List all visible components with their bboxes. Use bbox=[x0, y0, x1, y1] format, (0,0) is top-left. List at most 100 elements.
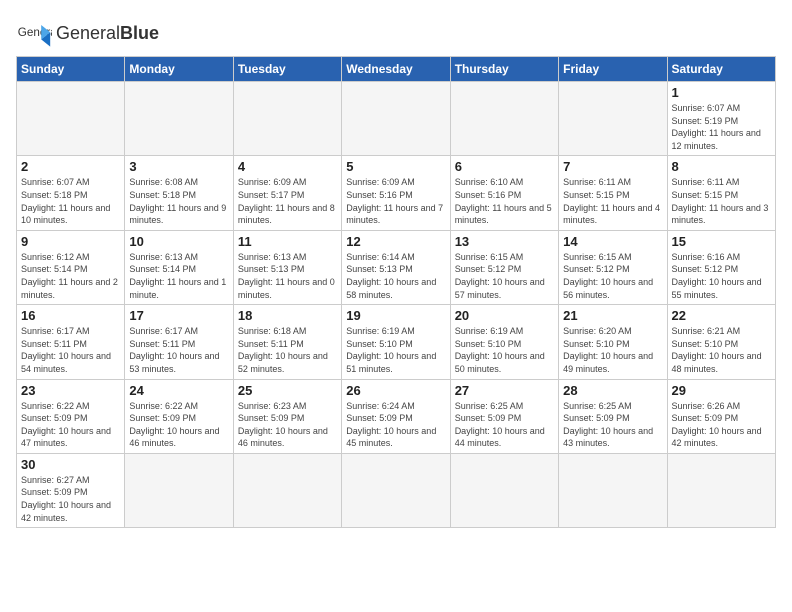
day-number: 25 bbox=[238, 383, 337, 398]
day-number: 27 bbox=[455, 383, 554, 398]
day-number: 15 bbox=[672, 234, 771, 249]
header-cell-monday: Monday bbox=[125, 57, 233, 82]
day-number: 5 bbox=[346, 159, 445, 174]
day-info: Sunrise: 6:26 AM Sunset: 5:09 PM Dayligh… bbox=[672, 400, 771, 450]
header-cell-friday: Friday bbox=[559, 57, 667, 82]
calendar-body: 1 Sunrise: 6:07 AM Sunset: 5:19 PM Daylig… bbox=[17, 82, 776, 528]
calendar-cell: 26Sunrise: 6:24 AM Sunset: 5:09 PM Dayli… bbox=[342, 379, 450, 453]
calendar-row-3: 16 Sunrise: 6:17 AM Sunset: 5:11 PM Dayli… bbox=[17, 305, 776, 379]
calendar-row-0: 1 Sunrise: 6:07 AM Sunset: 5:19 PM Daylig… bbox=[17, 82, 776, 156]
calendar-cell: 4Sunrise: 6:09 AM Sunset: 5:17 PM Daylig… bbox=[233, 156, 341, 230]
calendar-cell: 13 Sunrise: 6:15 AM Sunset: 5:12 PM Dayli… bbox=[450, 230, 558, 304]
day-info: Sunrise: 6:14 AM Sunset: 5:13 PM Dayligh… bbox=[346, 251, 445, 301]
calendar-cell bbox=[559, 453, 667, 527]
day-number: 8 bbox=[672, 159, 771, 174]
day-number: 2 bbox=[21, 159, 120, 174]
calendar-cell: 23 Sunrise: 6:22 AM Sunset: 5:09 PM Dayli… bbox=[17, 379, 125, 453]
day-info: Sunrise: 6:13 AM Sunset: 5:14 PM Dayligh… bbox=[129, 251, 228, 301]
calendar-cell: 21 Sunrise: 6:20 AM Sunset: 5:10 PM Dayli… bbox=[559, 305, 667, 379]
calendar-cell: 24 Sunrise: 6:22 AM Sunset: 5:09 PM Dayli… bbox=[125, 379, 233, 453]
day-number: 18 bbox=[238, 308, 337, 323]
calendar-cell: 19Sunrise: 6:19 AM Sunset: 5:10 PM Dayli… bbox=[342, 305, 450, 379]
calendar-cell: 20 Sunrise: 6:19 AM Sunset: 5:10 PM Dayli… bbox=[450, 305, 558, 379]
calendar-cell bbox=[342, 453, 450, 527]
day-info: Sunrise: 6:09 AM Sunset: 5:17 PM Dayligh… bbox=[238, 176, 337, 226]
calendar-cell bbox=[667, 453, 775, 527]
day-info: Sunrise: 6:19 AM Sunset: 5:10 PM Dayligh… bbox=[455, 325, 554, 375]
day-info: Sunrise: 6:13 AM Sunset: 5:13 PM Dayligh… bbox=[238, 251, 337, 301]
day-number: 17 bbox=[129, 308, 228, 323]
header-cell-tuesday: Tuesday bbox=[233, 57, 341, 82]
calendar-cell: 12Sunrise: 6:14 AM Sunset: 5:13 PM Dayli… bbox=[342, 230, 450, 304]
header-cell-saturday: Saturday bbox=[667, 57, 775, 82]
calendar-row-2: 9 Sunrise: 6:12 AM Sunset: 5:14 PM Daylig… bbox=[17, 230, 776, 304]
calendar-cell: 8 Sunrise: 6:11 AM Sunset: 5:15 PM Daylig… bbox=[667, 156, 775, 230]
calendar-cell bbox=[559, 82, 667, 156]
day-number: 1 bbox=[672, 85, 771, 100]
calendar-cell: 2 Sunrise: 6:07 AM Sunset: 5:18 PM Daylig… bbox=[17, 156, 125, 230]
day-number: 23 bbox=[21, 383, 120, 398]
day-number: 3 bbox=[129, 159, 228, 174]
calendar-cell: 22Sunrise: 6:21 AM Sunset: 5:10 PM Dayli… bbox=[667, 305, 775, 379]
day-info: Sunrise: 6:10 AM Sunset: 5:16 PM Dayligh… bbox=[455, 176, 554, 226]
calendar-header: SundayMondayTuesdayWednesdayThursdayFrid… bbox=[17, 57, 776, 82]
calendar-row-5: 30Sunrise: 6:27 AM Sunset: 5:09 PM Dayli… bbox=[17, 453, 776, 527]
logo-text: GeneralBlue bbox=[56, 24, 159, 44]
day-number: 21 bbox=[563, 308, 662, 323]
day-info: Sunrise: 6:17 AM Sunset: 5:11 PM Dayligh… bbox=[129, 325, 228, 375]
calendar-cell bbox=[342, 82, 450, 156]
day-info: Sunrise: 6:17 AM Sunset: 5:11 PM Dayligh… bbox=[21, 325, 120, 375]
day-number: 30 bbox=[21, 457, 120, 472]
calendar-cell bbox=[125, 82, 233, 156]
day-info: Sunrise: 6:11 AM Sunset: 5:15 PM Dayligh… bbox=[563, 176, 662, 226]
calendar-cell: 9 Sunrise: 6:12 AM Sunset: 5:14 PM Daylig… bbox=[17, 230, 125, 304]
calendar-cell: 18 Sunrise: 6:18 AM Sunset: 5:11 PM Dayli… bbox=[233, 305, 341, 379]
day-info: Sunrise: 6:21 AM Sunset: 5:10 PM Dayligh… bbox=[672, 325, 771, 375]
day-info: Sunrise: 6:22 AM Sunset: 5:09 PM Dayligh… bbox=[129, 400, 228, 450]
calendar-cell: 15Sunrise: 6:16 AM Sunset: 5:12 PM Dayli… bbox=[667, 230, 775, 304]
day-info: Sunrise: 6:07 AM Sunset: 5:19 PM Dayligh… bbox=[672, 102, 771, 152]
calendar-cell: 3 Sunrise: 6:08 AM Sunset: 5:18 PM Daylig… bbox=[125, 156, 233, 230]
day-number: 7 bbox=[563, 159, 662, 174]
day-number: 10 bbox=[129, 234, 228, 249]
day-number: 24 bbox=[129, 383, 228, 398]
calendar-cell bbox=[17, 82, 125, 156]
calendar-cell bbox=[233, 453, 341, 527]
logo: General GeneralBlue bbox=[16, 16, 159, 52]
day-info: Sunrise: 6:11 AM Sunset: 5:15 PM Dayligh… bbox=[672, 176, 771, 226]
day-info: Sunrise: 6:07 AM Sunset: 5:18 PM Dayligh… bbox=[21, 176, 120, 226]
day-number: 29 bbox=[672, 383, 771, 398]
day-info: Sunrise: 6:15 AM Sunset: 5:12 PM Dayligh… bbox=[455, 251, 554, 301]
header-cell-wednesday: Wednesday bbox=[342, 57, 450, 82]
day-info: Sunrise: 6:18 AM Sunset: 5:11 PM Dayligh… bbox=[238, 325, 337, 375]
day-info: Sunrise: 6:09 AM Sunset: 5:16 PM Dayligh… bbox=[346, 176, 445, 226]
day-info: Sunrise: 6:08 AM Sunset: 5:18 PM Dayligh… bbox=[129, 176, 228, 226]
calendar-cell: 16 Sunrise: 6:17 AM Sunset: 5:11 PM Dayli… bbox=[17, 305, 125, 379]
day-info: Sunrise: 6:15 AM Sunset: 5:12 PM Dayligh… bbox=[563, 251, 662, 301]
calendar-cell bbox=[233, 82, 341, 156]
calendar-table: SundayMondayTuesdayWednesdayThursdayFrid… bbox=[16, 56, 776, 528]
calendar-cell: 17 Sunrise: 6:17 AM Sunset: 5:11 PM Dayli… bbox=[125, 305, 233, 379]
header: General GeneralBlue bbox=[16, 16, 776, 52]
calendar-cell: 29 Sunrise: 6:26 AM Sunset: 5:09 PM Dayli… bbox=[667, 379, 775, 453]
calendar-cell bbox=[125, 453, 233, 527]
header-cell-sunday: Sunday bbox=[17, 57, 125, 82]
calendar-cell bbox=[450, 453, 558, 527]
day-number: 16 bbox=[21, 308, 120, 323]
day-number: 9 bbox=[21, 234, 120, 249]
day-number: 6 bbox=[455, 159, 554, 174]
calendar-cell: 30Sunrise: 6:27 AM Sunset: 5:09 PM Dayli… bbox=[17, 453, 125, 527]
day-number: 14 bbox=[563, 234, 662, 249]
calendar-cell: 10 Sunrise: 6:13 AM Sunset: 5:14 PM Dayli… bbox=[125, 230, 233, 304]
day-info: Sunrise: 6:24 AM Sunset: 5:09 PM Dayligh… bbox=[346, 400, 445, 450]
calendar-cell: 6 Sunrise: 6:10 AM Sunset: 5:16 PM Daylig… bbox=[450, 156, 558, 230]
calendar-cell: 14 Sunrise: 6:15 AM Sunset: 5:12 PM Dayli… bbox=[559, 230, 667, 304]
calendar-cell: 25Sunrise: 6:23 AM Sunset: 5:09 PM Dayli… bbox=[233, 379, 341, 453]
header-row: SundayMondayTuesdayWednesdayThursdayFrid… bbox=[17, 57, 776, 82]
day-number: 20 bbox=[455, 308, 554, 323]
calendar-cell: 1 Sunrise: 6:07 AM Sunset: 5:19 PM Daylig… bbox=[667, 82, 775, 156]
day-info: Sunrise: 6:12 AM Sunset: 5:14 PM Dayligh… bbox=[21, 251, 120, 301]
day-number: 13 bbox=[455, 234, 554, 249]
day-info: Sunrise: 6:20 AM Sunset: 5:10 PM Dayligh… bbox=[563, 325, 662, 375]
day-info: Sunrise: 6:22 AM Sunset: 5:09 PM Dayligh… bbox=[21, 400, 120, 450]
